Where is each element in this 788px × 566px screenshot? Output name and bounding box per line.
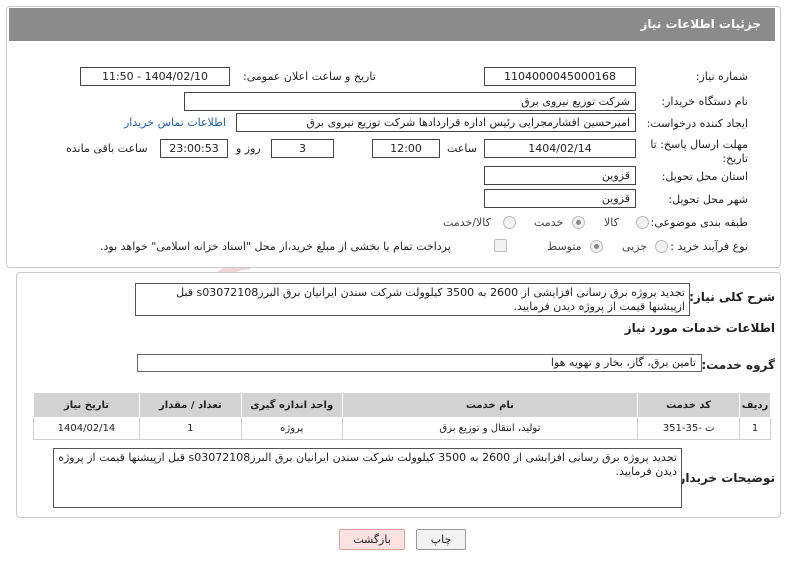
- purchase-medium-label: متوسط: [547, 240, 582, 253]
- cell-unit: پروژه: [240, 417, 343, 440]
- city-label: شهر محل تحویل:: [668, 193, 748, 206]
- services-section-title: اطلاعات خدمات مورد نیاز: [624, 321, 775, 335]
- province-field: قزوین: [484, 166, 636, 185]
- time-remaining-label: ساعت باقی مانده: [66, 142, 148, 155]
- category-goods-label: کالا: [604, 216, 619, 229]
- buyer-org-label: نام دستگاه خریدار:: [661, 95, 748, 108]
- treasury-bonds-checkbox[interactable]: [494, 239, 507, 252]
- category-service-label: خدمت: [534, 216, 564, 229]
- cell-quantity: 1: [138, 417, 242, 440]
- col-need-date: تاریخ نیاز: [33, 392, 140, 418]
- service-group-label: گروه خدمت:: [701, 358, 775, 372]
- purchase-type-label: نوع فرآیند خرید :: [670, 240, 748, 253]
- summary-text: تجدید پروژه برق رسانی افزایشی از 2600 به…: [135, 283, 690, 316]
- deadline-label: مهلت ارسال پاسخ: تا تاریخ:: [650, 138, 748, 165]
- treasury-bonds-note: پرداخت تمام یا بخشی از مبلغ خرید،از محل …: [100, 240, 451, 253]
- time-remaining-field: 23:00:53: [160, 139, 228, 158]
- print-button[interactable]: چاپ: [416, 529, 466, 550]
- cell-service-code: ت -35-351: [637, 417, 741, 440]
- cell-row-number: 1: [739, 417, 771, 440]
- need-number-field: 1104000045000168: [484, 67, 636, 86]
- buyer-notes-text: تجدید پروژه برق رسانی افزایشی از 2600 به…: [53, 448, 682, 508]
- deadline-time-label: ساعت: [447, 142, 477, 155]
- service-group-field: تامین برق، گاز، بخار و تهویه هوا: [137, 354, 702, 372]
- requester-label: ایجاد کننده درخواست:: [646, 117, 748, 130]
- purchase-minor-label: جزیی: [622, 240, 648, 253]
- col-service-name: نام خدمت: [341, 392, 639, 418]
- col-service-code: کد خدمت: [637, 392, 741, 418]
- buyer-org-field: شرکت توزیع نیروی برق: [184, 92, 636, 111]
- city-field: قزوین: [484, 189, 636, 208]
- services-table-header: ردیف کد خدمت نام خدمت واحد اندازه گیری ت…: [33, 392, 771, 418]
- purchase-medium-radio[interactable]: [590, 240, 603, 253]
- days-label: روز و: [236, 142, 261, 155]
- cell-need-date: 1404/02/14: [33, 417, 140, 440]
- category-goods-service-radio[interactable]: [503, 216, 516, 229]
- category-goods-service-label: کالا/خدمت: [443, 216, 491, 229]
- panel-header: جزئیات اطلاعات نیاز: [9, 8, 775, 41]
- requester-field: امیرحسین افشارمجرایی رئیس اداره قرارداده…: [236, 113, 636, 132]
- need-number-label: شماره نیاز:: [695, 70, 748, 83]
- category-service-radio[interactable]: [572, 216, 585, 229]
- buyer-notes-label: توضیحات خریدار:: [673, 471, 775, 485]
- col-quantity: تعداد / مقدار: [138, 392, 242, 418]
- services-table: ردیف کد خدمت نام خدمت واحد اندازه گیری ت…: [33, 392, 771, 440]
- purchase-minor-radio[interactable]: [655, 240, 668, 253]
- announce-datetime-label: تاریخ و ساعت اعلان عمومی:: [243, 70, 376, 83]
- category-goods-radio[interactable]: [636, 216, 649, 229]
- province-label: استان محل تحویل:: [661, 170, 748, 183]
- deadline-time-field: 12:00: [372, 139, 440, 158]
- summary-label: شرح کلی نیاز:: [689, 290, 775, 304]
- cell-service-name: تولید، انتقال و توزیع برق: [341, 417, 639, 440]
- category-label: طبقه بندی موضوعی:: [650, 216, 748, 229]
- table-row: 1 ت -35-351 تولید، انتقال و توزیع برق پر…: [33, 417, 771, 440]
- col-unit: واحد اندازه گیری: [240, 392, 343, 418]
- back-button[interactable]: بازگشت: [339, 529, 405, 550]
- col-row-number: ردیف: [739, 392, 771, 418]
- deadline-date-field: 1404/02/14: [484, 139, 636, 158]
- days-remaining-field: 3: [271, 139, 334, 158]
- buyer-contact-link[interactable]: اطلاعات تماس خریدار: [124, 116, 226, 129]
- announce-datetime-field: 1404/02/10 - 11:50: [80, 67, 230, 86]
